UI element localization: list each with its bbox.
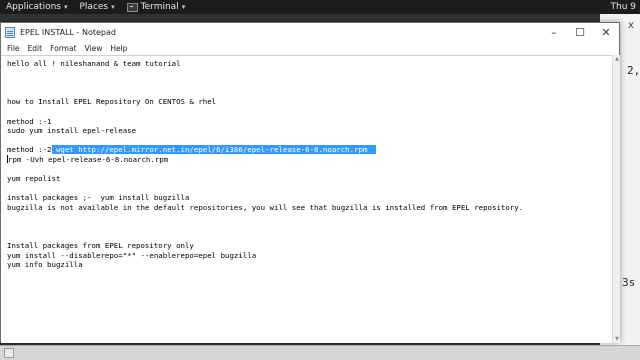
text-line [7, 107, 523, 117]
text-line [7, 165, 523, 175]
text-line: hello all ! nileshanand & team tutorial [7, 59, 181, 68]
menu-help[interactable]: Help [106, 44, 131, 53]
places-menu[interactable]: Places ▾ [74, 0, 121, 14]
document-text: hello all ! nileshanand & team tutorial … [7, 59, 523, 270]
text-line-with-caret: rpm -Uvh epel-release-6-8.noarch.rpm [7, 154, 523, 165]
text-line: how to Install EPEL Repository On CENTOS… [7, 97, 217, 107]
scroll-down-icon[interactable]: ▼ [614, 336, 620, 342]
terminal-label: Terminal [140, 2, 179, 12]
text-line: method :-1 [7, 116, 52, 126]
vertical-scrollbar[interactable]: ▲ ▼ [612, 55, 620, 343]
text-line [7, 88, 523, 98]
text-line [7, 78, 523, 88]
top-panel: Applications ▾ Places ▾ Terminal ▾ Thu 9 [0, 0, 640, 14]
maximize-button[interactable]: ☐ [567, 23, 593, 42]
chevron-down-icon: ▾ [181, 3, 186, 11]
text-line [7, 232, 523, 242]
close-icon[interactable]: x [628, 20, 634, 31]
terminal-app-menu[interactable]: Terminal ▾ [121, 0, 192, 14]
text-line-with-selection: method :-2 wget http://epel.mirror.net.i… [7, 145, 523, 155]
chevron-down-icon: ▾ [63, 3, 68, 11]
terminal-icon [126, 2, 138, 12]
notepad-window: EPEL INSTALL - Notepad – ☐ ✕ File Edit F… [0, 22, 620, 343]
notepad-icon [5, 27, 15, 38]
text-line [7, 213, 523, 223]
menu-format[interactable]: Format [46, 44, 80, 53]
terminal-text: 2, [627, 64, 640, 77]
menu-edit[interactable]: Edit [24, 44, 47, 53]
selected-text[interactable]: wget http://epel.mirror.net.in/epel/6/i3… [51, 145, 377, 155]
applications-label: Applications [6, 2, 61, 12]
scroll-up-icon[interactable]: ▲ [614, 56, 620, 62]
places-label: Places [79, 2, 109, 12]
text-line [7, 69, 523, 79]
text-line [7, 184, 523, 194]
menu-bar: File Edit Format View Help [1, 42, 619, 55]
text-line [7, 136, 523, 146]
applications-menu[interactable]: Applications ▾ [0, 0, 74, 14]
text-line: Install packages from EPEL repository on… [7, 241, 194, 251]
text-editor[interactable]: hello all ! nileshanand & team tutorial … [1, 55, 612, 343]
title-bar[interactable]: EPEL INSTALL - Notepad – ☐ ✕ [1, 23, 619, 42]
terminal-text: 3s [622, 276, 636, 289]
text-line: sudo yum install epel-release [7, 126, 137, 136]
bottom-panel [0, 345, 640, 360]
text-line [7, 222, 523, 232]
text-line: yum install --disablerepo="*" --enablere… [7, 250, 257, 260]
window-controls: – ☐ ✕ [541, 23, 619, 42]
chevron-down-icon: ▾ [111, 3, 115, 11]
close-button[interactable]: ✕ [593, 23, 619, 42]
show-desktop-button[interactable] [4, 348, 14, 358]
window-title: EPEL INSTALL - Notepad [20, 28, 116, 37]
text-line: bugzilla is not available in the default… [7, 202, 524, 212]
text-line: yum info bugzilla [7, 260, 83, 270]
text-line: yum repolist [7, 174, 61, 184]
menu-view[interactable]: View [81, 44, 107, 53]
menu-file[interactable]: File [3, 44, 24, 53]
text-line: method :-2 [7, 145, 52, 155]
text-line: rpm -Uvh epel-release-6-8.noarch.rpm [8, 154, 169, 164]
clock[interactable]: Thu 9 [611, 0, 637, 14]
text-line: install packages ;- yum install bugzilla [7, 193, 190, 203]
minimize-button[interactable]: – [541, 23, 567, 42]
